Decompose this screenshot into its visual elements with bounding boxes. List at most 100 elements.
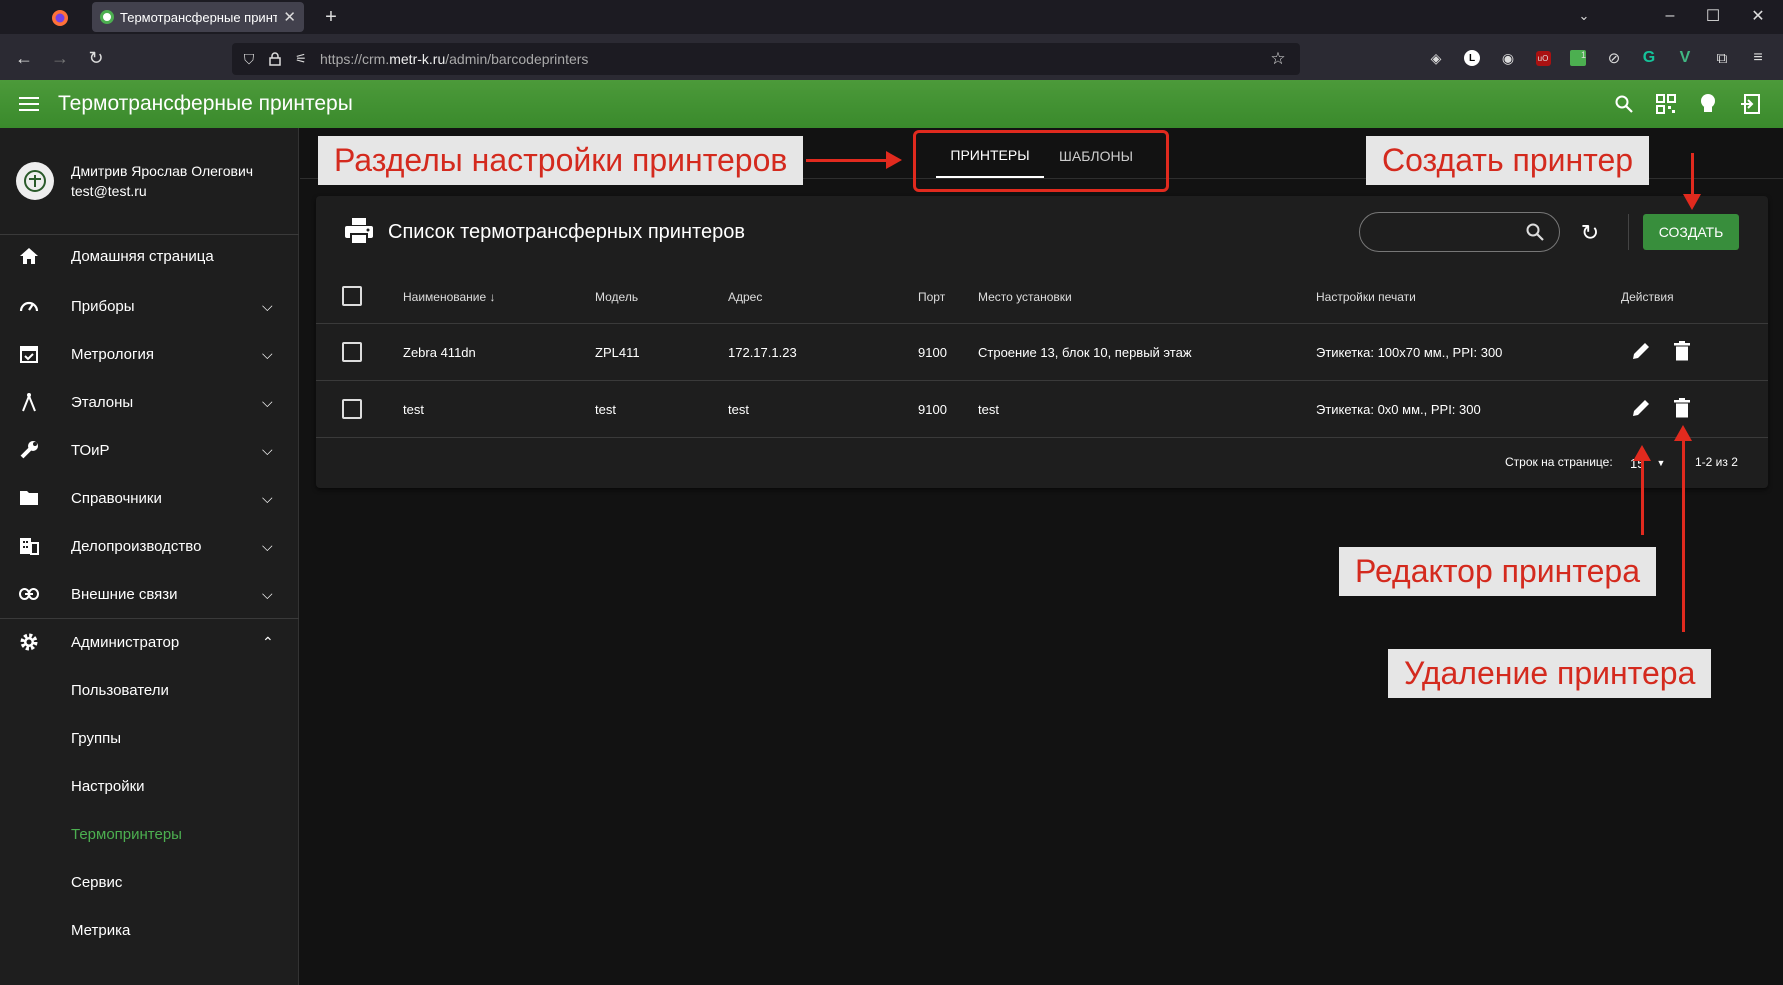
refresh-icon[interactable]: ↻	[1578, 220, 1602, 245]
row-checkbox[interactable]	[342, 399, 362, 419]
lock-icon	[266, 50, 284, 68]
menu-icon[interactable]	[16, 92, 42, 116]
sidebar-item-label: Метрология	[71, 345, 154, 363]
chevron-down-icon: ⌵	[262, 345, 273, 362]
annotation-text: Удаление принтера	[1404, 655, 1696, 691]
sort-arrow-down-icon: ↓	[489, 290, 496, 304]
column-header-print-settings[interactable]: Настройки печати	[1316, 290, 1416, 304]
cell-location: test	[978, 402, 999, 417]
extension-badge-icon[interactable]: 1	[1568, 48, 1588, 68]
search-icon[interactable]	[1612, 92, 1636, 116]
ublock-icon[interactable]: uO	[1533, 48, 1553, 68]
sidebar-item-home[interactable]: Домашняя страница	[0, 232, 299, 280]
url-bar[interactable]: ⛉ ⚟ https://crm. metr-k.ru/admin/barcodep…	[232, 43, 1300, 75]
logout-icon[interactable]	[1738, 92, 1762, 116]
toolbar-divider	[1628, 214, 1629, 250]
user-name: Дмитрив Ярослав Олегович	[71, 163, 254, 179]
cell-port: 9100	[918, 402, 947, 417]
cell-print-settings: Этикетка: 0х0 мм., PPI: 300	[1316, 402, 1481, 417]
sidebar-item-metrology[interactable]: Метрология ⌵	[0, 330, 299, 378]
browser-tab[interactable]: Термотрансферные принтеры ✕	[92, 2, 304, 32]
cell-address: test	[728, 402, 749, 417]
sidebar-item-standards[interactable]: Эталоны ⌵	[0, 378, 299, 426]
column-header-model[interactable]: Модель	[595, 290, 638, 304]
column-header-actions: Действия	[1621, 290, 1674, 304]
tab-list-chevron-icon[interactable]: ⌄	[1574, 6, 1594, 26]
maximize-icon[interactable]: ☐	[1703, 6, 1723, 26]
row-checkbox[interactable]	[342, 342, 362, 362]
create-button[interactable]: СОЗДАТЬ	[1643, 214, 1739, 250]
minimize-icon[interactable]: –	[1660, 6, 1680, 26]
sidebar-item-admin[interactable]: Администратор ⌃	[0, 618, 299, 666]
sidebar-item-paperwork[interactable]: Делопроизводство ⌵	[0, 522, 299, 570]
create-button-label: СОЗДАТЬ	[1658, 224, 1724, 240]
tab-favicon-icon	[100, 10, 114, 24]
sidebar-subitem-service[interactable]: Сервис	[0, 858, 299, 906]
annotation-arrow	[1641, 459, 1644, 535]
column-header-name[interactable]: Наименование ↓	[403, 290, 496, 304]
sidebar-item-toir[interactable]: ТОиР ⌵	[0, 426, 299, 474]
sidebar-subitem-users[interactable]: Пользователи	[0, 666, 299, 714]
search-field[interactable]	[1372, 221, 1522, 243]
extension-l-icon[interactable]: L	[1462, 48, 1482, 68]
close-window-icon[interactable]: ✕	[1748, 6, 1768, 26]
annotation-arrow	[806, 159, 892, 162]
compass-extension-icon[interactable]: ⊘	[1604, 48, 1624, 68]
annotation-delete: Удаление принтера	[1388, 649, 1712, 698]
rows-per-page-label: Строк на странице:	[1505, 455, 1613, 469]
delete-trash-icon[interactable]	[1674, 341, 1694, 363]
edit-pencil-icon[interactable]	[1631, 341, 1653, 363]
column-header-location[interactable]: Место установки	[978, 290, 1072, 304]
annotation-text: Разделы настройки принтеров	[334, 142, 788, 178]
cell-location: Строение 13, блок 10, первый этаж	[978, 345, 1192, 360]
chevron-down-icon: ⌵	[262, 441, 273, 458]
sidebar-item-external-links[interactable]: Внешние связи ⌵	[0, 570, 299, 618]
annotation-sections-box	[913, 130, 1169, 192]
bookmark-star-icon[interactable]: ☆	[1268, 49, 1288, 69]
link-icon	[18, 583, 40, 605]
cell-address: 172.17.1.23	[728, 345, 797, 360]
search-input[interactable]	[1359, 212, 1560, 252]
select-all-checkbox[interactable]	[342, 286, 362, 306]
permissions-icon[interactable]: ⚟	[292, 50, 310, 68]
reload-icon[interactable]: ↻	[84, 46, 108, 70]
sidebar-subitem-metrics[interactable]: Метрика	[0, 906, 299, 954]
back-icon[interactable]: ←	[12, 46, 36, 70]
sidebar-item-label: Пользователи	[71, 681, 169, 699]
sidebar-subitem-thermoprinters[interactable]: Термопринтеры	[0, 810, 299, 858]
annotation-arrowhead	[1683, 194, 1701, 210]
lightbulb-icon[interactable]	[1696, 92, 1720, 116]
grammarly-icon[interactable]: G	[1639, 48, 1659, 68]
new-tab-icon[interactable]: +	[320, 6, 342, 28]
sidebar-item-label: Справочники	[71, 489, 162, 507]
column-header-port[interactable]: Порт	[918, 290, 945, 304]
sidebar-item-directories[interactable]: Справочники ⌵	[0, 474, 299, 522]
column-header-address[interactable]: Адрес	[728, 290, 762, 304]
edit-pencil-icon[interactable]	[1631, 398, 1653, 420]
annotation-sections: Разделы настройки принтеров	[318, 136, 804, 185]
sidebar-subitem-groups[interactable]: Группы	[0, 714, 299, 762]
annotation-arrowhead	[886, 151, 902, 169]
sidebar-item-label: Внешние связи	[71, 585, 178, 603]
forward-icon[interactable]: →	[48, 46, 72, 70]
menu-hamburger-icon[interactable]: ≡	[1748, 48, 1768, 68]
extensions-puzzle-icon[interactable]: ⧉	[1712, 48, 1732, 68]
sidebar-item-label: ТОиР	[71, 441, 110, 459]
extension-search-icon[interactable]: ◉	[1498, 48, 1518, 68]
tab-close-icon[interactable]: ✕	[283, 8, 296, 26]
page-title: Термотрансферные принтеры	[58, 92, 353, 115]
firefox-icon[interactable]	[50, 8, 70, 28]
annotation-arrow	[1682, 439, 1685, 632]
shield-icon: ⛉	[243, 50, 255, 67]
delete-trash-icon[interactable]	[1674, 398, 1694, 420]
annotation-arrow	[1691, 153, 1694, 199]
sidebar-subitem-settings[interactable]: Настройки	[0, 762, 299, 810]
qr-code-icon[interactable]	[1654, 92, 1678, 116]
wrench-icon	[18, 439, 40, 461]
chevron-down-icon: ⌵	[262, 489, 273, 506]
pocket-icon[interactable]: ◈	[1426, 48, 1446, 68]
table-row[interactable]	[316, 381, 1768, 437]
vue-devtools-icon[interactable]: V	[1675, 48, 1695, 68]
sidebar-item-devices[interactable]: Приборы ⌵	[0, 282, 299, 330]
card-title: Список термотрансферных принтеров	[388, 221, 745, 243]
